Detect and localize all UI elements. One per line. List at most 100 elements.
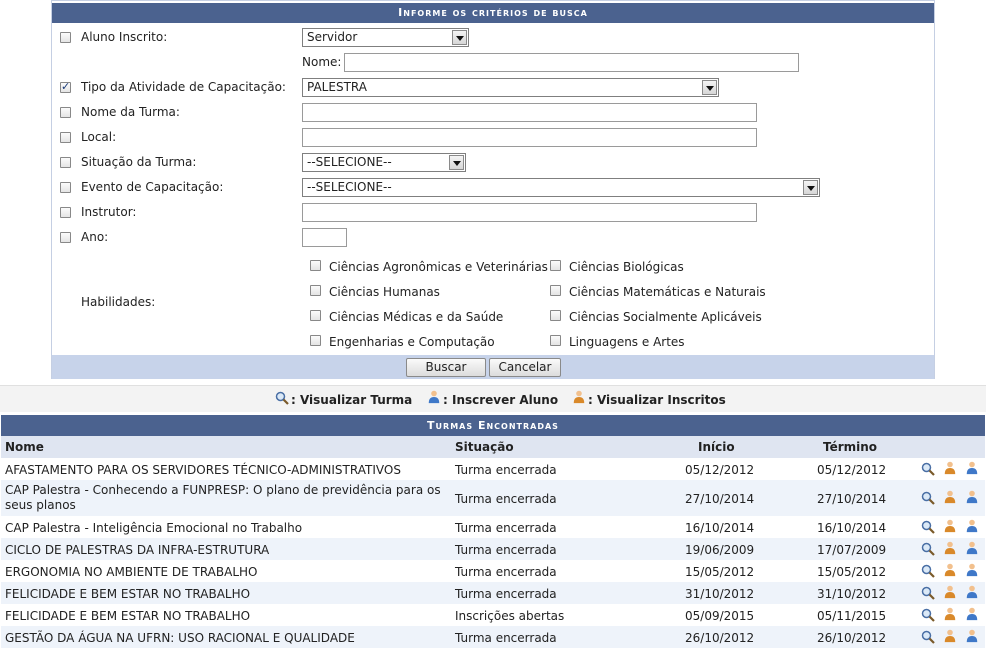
user-view-icon[interactable]	[943, 629, 957, 643]
results-title: Turmas Encontradas	[1, 415, 985, 436]
magnifier-icon[interactable]	[921, 520, 935, 534]
cell-termino: 15/05/2012	[817, 565, 887, 579]
habilidade-checkbox[interactable]	[310, 335, 321, 346]
column-header-termino: Término	[823, 440, 878, 454]
evento-checkbox[interactable]	[60, 182, 71, 193]
magnifier-icon[interactable]	[921, 564, 935, 578]
user-view-icon[interactable]	[943, 461, 957, 475]
situacao-turma-checkbox[interactable]	[60, 157, 71, 168]
habilidade-checkbox[interactable]	[550, 310, 561, 321]
aluno-inscrito-label: Aluno Inscrito:	[81, 30, 168, 44]
form-title: Informe os critérios de busca	[52, 3, 934, 23]
ano-checkbox[interactable]	[60, 232, 71, 243]
cell-nome: ERGONOMIA NO AMBIENTE DE TRABALHO	[5, 565, 258, 579]
user-add-icon[interactable]	[965, 585, 979, 599]
buscar-button[interactable]: Buscar	[406, 358, 486, 377]
situacao-turma-select[interactable]: --SELECIONE--	[302, 153, 466, 172]
user-add-icon[interactable]	[965, 490, 979, 504]
cancelar-button[interactable]: Cancelar	[489, 358, 561, 377]
user-add-icon[interactable]	[965, 607, 979, 621]
cell-termino: 26/10/2012	[817, 631, 887, 645]
instrutor-checkbox[interactable]	[60, 207, 71, 218]
instrutor-label: Instrutor:	[81, 205, 137, 219]
nome-turma-input[interactable]	[302, 103, 757, 122]
magnifier-icon[interactable]	[921, 491, 935, 505]
results-table: Turmas Encontradas Nome Situação Início …	[1, 415, 985, 655]
habilidade-checkbox[interactable]	[550, 260, 561, 271]
user-view-icon[interactable]	[943, 585, 957, 599]
form-footer: Buscar Cancelar	[52, 355, 934, 379]
search-form: Informe os critérios de busca Aluno Insc…	[51, 0, 935, 379]
habilidade-checkbox[interactable]	[310, 260, 321, 271]
cell-situacao: Turma encerrada	[455, 463, 557, 477]
user-add-icon[interactable]	[965, 629, 979, 643]
table-row: FELICIDADE E BEM ESTAR NO TRABALHO Turma …	[1, 582, 985, 604]
user-view-icon[interactable]	[943, 541, 957, 555]
aluno-inscrito-checkbox[interactable]	[60, 32, 71, 43]
magnifier-icon[interactable]	[921, 630, 935, 644]
nome-turma-label: Nome da Turma:	[81, 105, 180, 119]
nome-turma-checkbox[interactable]	[60, 107, 71, 118]
habilidade-checkbox[interactable]	[310, 310, 321, 321]
user-add-icon[interactable]	[965, 541, 979, 555]
table-row: GESTÃO DA ÁGUA NA UFRN: USO RACIONAL E Q…	[1, 626, 985, 648]
icon-legend: : Visualizar Turma : Inscrever Aluno : V…	[0, 385, 986, 412]
user-view-icon	[573, 390, 585, 404]
aluno-inscrito-select[interactable]: Servidor	[302, 28, 469, 47]
nome-label: Nome:	[302, 55, 342, 69]
habilidade-label: Ciências Biológicas	[569, 260, 684, 274]
user-add-icon[interactable]	[965, 563, 979, 577]
evento-value: --SELECIONE--	[307, 180, 392, 194]
cell-termino: 05/11/2015	[817, 609, 887, 623]
cell-termino: 17/07/2009	[817, 543, 887, 557]
tipo-atividade-value: PALESTRA	[307, 80, 367, 94]
cell-situacao: Turma encerrada	[455, 565, 557, 579]
user-view-icon[interactable]	[943, 563, 957, 577]
habilidade-checkbox[interactable]	[550, 285, 561, 296]
magnifier-icon[interactable]	[921, 586, 935, 600]
column-header-situacao: Situação	[455, 440, 514, 454]
table-row: CAP Palestra - Inteligência Emocional no…	[1, 516, 985, 538]
habilidade-checkbox[interactable]	[310, 285, 321, 296]
aluno-inscrito-select-value: Servidor	[307, 30, 358, 44]
cell-inicio: 05/12/2012	[685, 463, 755, 477]
instrutor-input[interactable]	[302, 203, 757, 222]
evento-select[interactable]: --SELECIONE--	[302, 178, 820, 197]
chevron-down-icon	[803, 180, 818, 195]
table-row: CICLO DE PALESTRAS DA INFRA-ESTRUTURA Tur…	[1, 538, 985, 560]
cell-situacao: Turma encerrada	[455, 492, 557, 506]
table-header: Nome Situação Início Término	[1, 436, 985, 458]
column-header-inicio: Início	[698, 440, 735, 454]
tipo-atividade-checkbox[interactable]	[60, 80, 71, 93]
cell-inicio: 19/06/2009	[685, 543, 755, 557]
cell-nome: AFASTAMENTO PARA OS SERVIDORES TÉCNICO-A…	[5, 463, 401, 477]
cell-termino: 31/10/2012	[817, 587, 887, 601]
magnifier-icon[interactable]	[921, 542, 935, 556]
nome-input[interactable]	[344, 53, 799, 72]
tipo-atividade-select[interactable]: PALESTRA	[302, 78, 719, 97]
local-checkbox[interactable]	[60, 132, 71, 143]
cell-nome: CICLO DE PALESTRAS DA INFRA-ESTRUTURA	[5, 543, 270, 557]
user-add-icon[interactable]	[965, 519, 979, 533]
cell-inicio: 27/10/2014	[685, 492, 755, 506]
legend-visualizar-inscritos: : Visualizar Inscritos	[588, 393, 726, 407]
ano-label: Ano:	[81, 230, 109, 244]
tipo-atividade-label: Tipo da Atividade de Capacitação:	[81, 80, 286, 94]
cell-inicio: 31/10/2012	[685, 587, 755, 601]
user-view-icon[interactable]	[943, 519, 957, 533]
chevron-down-icon	[449, 155, 464, 170]
user-view-icon[interactable]	[943, 607, 957, 621]
legend-inscrever-aluno: : Inscrever Aluno	[443, 393, 559, 407]
local-label: Local:	[81, 130, 117, 144]
cell-situacao: Turma encerrada	[455, 543, 557, 557]
chevron-down-icon	[452, 30, 467, 45]
cell-situacao: Inscrições abertas	[455, 609, 565, 623]
magnifier-icon[interactable]	[921, 608, 935, 622]
ano-input[interactable]	[302, 228, 347, 247]
habilidade-checkbox[interactable]	[550, 335, 561, 346]
local-input[interactable]	[302, 128, 757, 147]
user-view-icon[interactable]	[943, 490, 957, 504]
magnifier-icon[interactable]	[921, 462, 935, 476]
user-add-icon[interactable]	[965, 461, 979, 475]
cell-nome: FELICIDADE E BEM ESTAR NO TRABALHO	[5, 609, 251, 623]
